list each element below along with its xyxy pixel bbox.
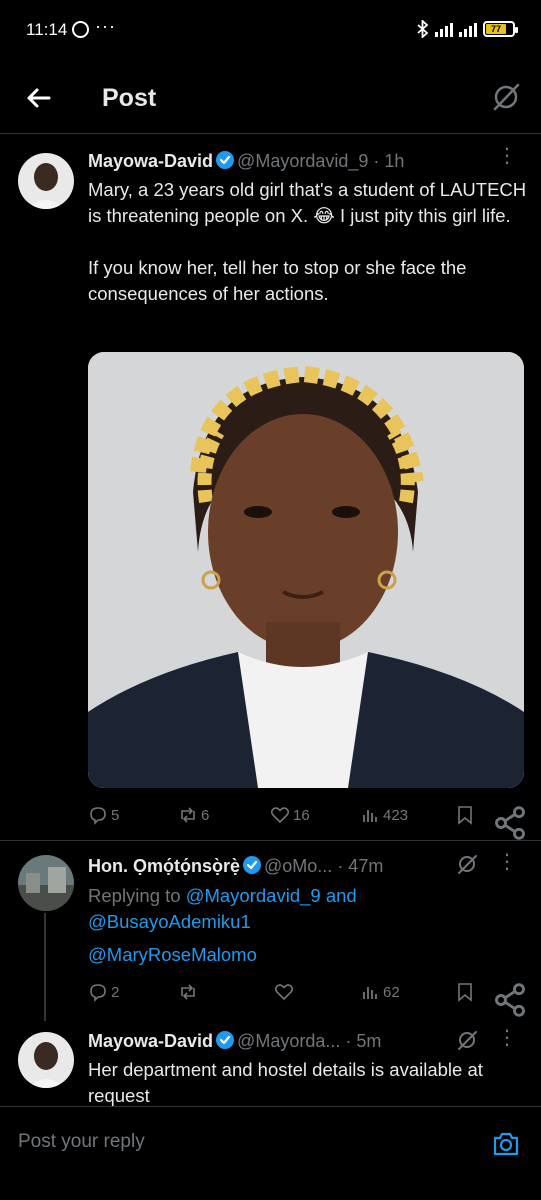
author-name[interactable]: Hon. Ọmọ́tọ́nsọ̀rẹ̀ <box>88 856 240 876</box>
reply-count: 2 <box>111 983 120 1001</box>
post-time: · 1h <box>373 151 405 171</box>
reply-post[interactable]: Mayowa-David @Mayorda... · 5m ⋮ Her depar… <box>0 1020 541 1106</box>
avatar[interactable] <box>18 855 74 911</box>
like-button[interactable]: 16 <box>270 805 310 825</box>
more-notifications-icon: ··· <box>95 16 116 36</box>
grok-icon[interactable] <box>456 1029 478 1051</box>
repost-icon <box>181 807 195 823</box>
bookmark-icon[interactable] <box>456 982 474 1002</box>
like-count: 16 <box>293 806 310 824</box>
portrait-photo <box>88 352 524 788</box>
reply-count: 5 <box>111 806 120 824</box>
views-button[interactable]: 62 <box>360 982 400 1002</box>
battery-icon: 77 <box>483 21 518 37</box>
repost-count: 6 <box>201 806 210 824</box>
mention-link[interactable]: @Mayordavid_9 <box>186 885 321 906</box>
replying-to-label: Replying to <box>88 885 186 906</box>
thread-line <box>44 913 46 1021</box>
post-actions: 5 6 16 423 <box>88 805 528 840</box>
share-icon[interactable] <box>492 982 528 1018</box>
author-handle[interactable]: @Mayordavid_9 <box>237 151 368 171</box>
more-options-icon[interactable]: ⋮ <box>497 1028 517 1051</box>
grok-icon[interactable] <box>491 82 521 112</box>
camera-icon[interactable] <box>491 1129 521 1159</box>
reply-icon <box>90 807 106 825</box>
avatar-photo <box>18 1032 74 1088</box>
author-handle[interactable]: @Mayorda... <box>237 1031 340 1051</box>
reply-actions: 2 62 <box>88 982 528 1017</box>
signal-icon <box>435 21 453 37</box>
whatsapp-icon <box>72 21 89 38</box>
avatar-photo <box>18 855 74 911</box>
avatar[interactable] <box>18 153 74 209</box>
reply-header: Mayowa-David @Mayorda... · 5m <box>88 1030 381 1052</box>
reply-context: Replying to @Mayordavid_9 and @BusayoAde… <box>88 883 528 935</box>
author-handle[interactable]: @oMo... <box>264 856 332 876</box>
post-image[interactable] <box>88 352 524 788</box>
reply-icon <box>90 984 106 1002</box>
heart-icon <box>274 984 294 1001</box>
post-time: · 47m <box>337 856 384 876</box>
bookmark-icon[interactable] <box>456 805 474 825</box>
reply-button[interactable]: 2 <box>88 982 119 1002</box>
more-options-icon[interactable]: ⋮ <box>497 146 517 169</box>
status-bar: 11:14 ··· 77 <box>0 0 541 60</box>
more-options-icon[interactable]: ⋮ <box>497 852 517 875</box>
like-button[interactable] <box>274 982 294 1002</box>
bluetooth-icon <box>417 20 429 38</box>
and-label: and <box>320 885 357 906</box>
views-icon <box>363 987 377 999</box>
view-count: 423 <box>383 806 409 824</box>
post-text: Mary, a 23 years old girl that's a stude… <box>88 179 527 304</box>
view-count: 62 <box>383 983 400 1001</box>
post-time: · 5m <box>345 1031 382 1051</box>
reply-input[interactable]: Post your reply <box>18 1131 145 1153</box>
avatar-photo <box>18 153 74 209</box>
status-indicators: 77 <box>417 20 518 38</box>
views-button[interactable]: 423 <box>360 805 408 825</box>
author-name[interactable]: Mayowa-David <box>88 1031 213 1051</box>
reply-text: Her department and hostel details is ava… <box>88 1059 483 1106</box>
top-bar: Post <box>0 60 541 134</box>
signal-icon-2 <box>459 21 477 37</box>
mention-link[interactable]: @BusayoAdemiku1 <box>88 911 251 932</box>
back-arrow-icon[interactable] <box>22 82 54 114</box>
verified-badge-icon <box>216 1031 235 1049</box>
heart-icon <box>270 807 290 824</box>
repost-button[interactable]: 6 <box>178 805 209 825</box>
verified-badge-icon <box>216 151 235 169</box>
mention-link[interactable]: @MaryRoseMalomo <box>88 944 257 965</box>
author-name[interactable]: Mayowa-David <box>88 151 213 171</box>
repost-icon <box>181 984 195 1000</box>
reply-header: Hon. Ọmọ́tọ́nsọ̀rẹ̀ @oMo... · 47m <box>88 855 383 877</box>
reply-button[interactable]: 5 <box>88 805 119 825</box>
views-icon <box>363 810 377 822</box>
status-time: 11:14 <box>26 20 68 39</box>
reply-composer: Post your reply <box>0 1106 541 1200</box>
reply-text: @MaryRoseMalomo <box>88 942 257 968</box>
avatar[interactable] <box>18 1032 74 1088</box>
share-icon[interactable] <box>492 805 528 841</box>
repost-button[interactable] <box>178 982 198 1002</box>
verified-badge-icon <box>243 856 261 874</box>
post-header: Mayowa-David @Mayordavid_9 · 1h <box>88 150 404 172</box>
grok-icon[interactable] <box>456 853 478 875</box>
page-title: Post <box>102 84 157 112</box>
reply-post[interactable]: Hon. Ọmọ́tọ́nsọ̀rẹ̀ @oMo... · 47m ⋮ Reply… <box>0 840 541 1021</box>
